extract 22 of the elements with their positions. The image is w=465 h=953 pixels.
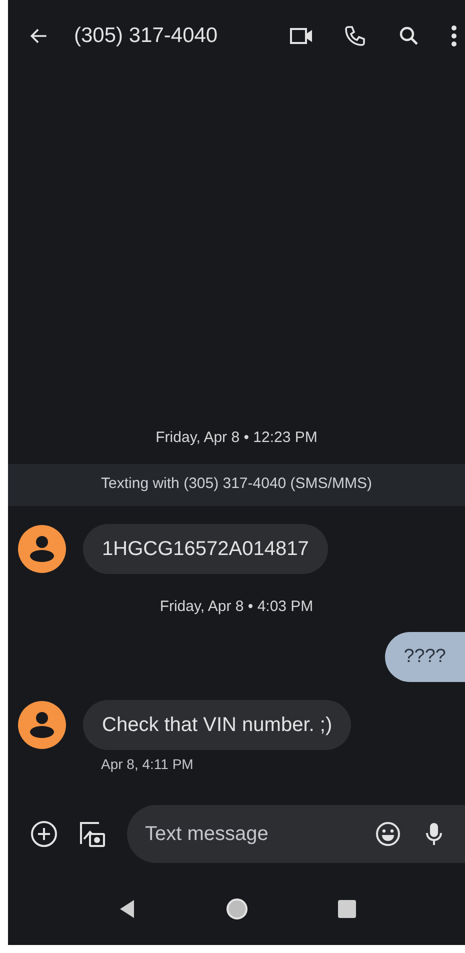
recents-nav-icon[interactable]	[338, 900, 356, 918]
back-nav-icon[interactable]	[118, 899, 136, 919]
message-timestamp: Apr 8, 4:11 PM	[101, 755, 194, 774]
microphone-icon[interactable]	[425, 821, 443, 847]
outgoing-message-bubble: ????	[384, 632, 465, 682]
date-divider: Friday, Apr 8 • 4:03 PM	[160, 596, 314, 616]
video-call-icon[interactable]	[289, 25, 315, 47]
add-icon[interactable]	[30, 820, 58, 848]
contact-title: (305) 317-4040	[74, 23, 219, 50]
emoji-icon[interactable]	[375, 821, 401, 847]
incoming-message-bubble: 1HGCG16572A014817	[83, 524, 328, 574]
phone-icon[interactable]	[343, 24, 367, 48]
avatar-icon	[17, 524, 67, 574]
compose-field[interactable]: Text message	[127, 805, 465, 863]
message-input-field[interactable]: Text message	[145, 819, 375, 849]
incoming-message-bubble: Check that VIN number. ;)	[83, 700, 352, 750]
home-nav-icon[interactable]	[226, 898, 248, 920]
more-options-icon[interactable]	[451, 25, 457, 47]
avatar-icon	[17, 700, 67, 750]
date-divider: Friday, Apr 8 • 12:23 PM	[156, 428, 318, 448]
sms-info-banner: Texting with (305) 317-4040 (SMS/MMS)	[8, 464, 465, 506]
gallery-camera-icon[interactable]	[78, 819, 106, 849]
